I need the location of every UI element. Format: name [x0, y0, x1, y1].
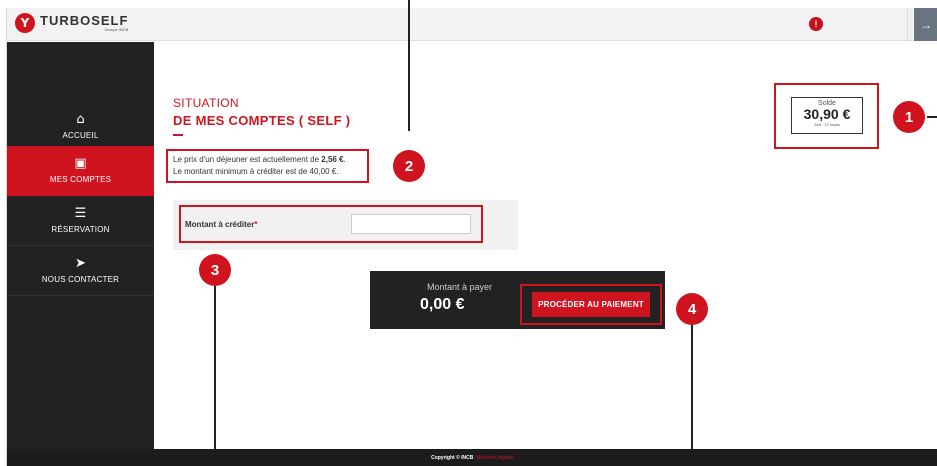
callout-marker-1: 1: [893, 101, 925, 133]
connector-line-3: [214, 286, 216, 466]
sidebar-item-accueil[interactable]: ⌂ ACCUEIL: [7, 102, 154, 152]
user-account-icon[interactable]: !: [809, 17, 823, 31]
sidebar-item-mes-comptes[interactable]: ▣ MES COMPTES: [7, 146, 154, 196]
calendar-icon: ☰: [74, 206, 87, 221]
connector-line-2: [408, 0, 410, 131]
sidebar-item-label: NOUS CONTACTER: [41, 275, 120, 284]
price-info: Le prix d'un déjeuner est actuellement d…: [173, 154, 346, 178]
lunch-price-value: 2,56 €: [321, 155, 344, 164]
callout-marker-4: 4: [676, 293, 708, 325]
turboself-logo[interactable]: Y TURBOSELF Groupe INCB: [15, 13, 128, 33]
logo-name: TURBOSELF: [40, 12, 129, 28]
legal-notice-link[interactable]: Mentions légales: [476, 455, 514, 461]
footer: Copyright © INCB Mentions légales: [7, 449, 937, 466]
frame-top: [0, 0, 937, 8]
payment-amount-label: Montant à payer: [427, 282, 493, 292]
balance-meals: Soit : 12 repas: [814, 122, 840, 127]
logo-subtitle: Groupe INCB: [104, 26, 129, 32]
payment-panel: Montant à payer 0,00 € PROCÉDER AU PAIEM…: [370, 271, 665, 329]
copyright-text: Copyright © INCB: [431, 454, 474, 461]
balance-amount: 30,90 €: [803, 106, 851, 122]
sidebar-item-nous-contacter[interactable]: ➤ NOUS CONTACTER: [7, 246, 154, 296]
logout-icon[interactable]: →: [914, 8, 937, 41]
payment-amount: 0,00 €: [420, 296, 465, 313]
balance-card: Solde 30,90 € Soit : 12 repas: [791, 97, 863, 134]
sidebar-item-label: ACCUEIL: [62, 131, 99, 140]
callout-box-1: Solde 30,90 € Soit : 12 repas: [774, 83, 879, 149]
callout-marker-2: 2: [393, 150, 425, 182]
logo-mark-icon: Y: [15, 13, 35, 33]
top-bar: Y TURBOSELF Groupe INCB ! →: [7, 8, 937, 41]
header-divider: [907, 8, 908, 41]
connector-line-1: [927, 116, 937, 118]
lunch-price-prefix: Le prix d'un déjeuner est actuellement d…: [173, 155, 322, 164]
page-title: DE MES COMPTES ( SELF ): [173, 113, 351, 128]
sidebar-item-label: RÉSERVATION: [51, 225, 110, 234]
wallet-icon: ▣: [74, 156, 87, 171]
sidebar-item-label: MES COMPTES: [49, 175, 112, 184]
sidebar: ⌂ ACCUEIL ▣ MES COMPTES ☰ RÉSERVATION ➤ …: [7, 42, 154, 449]
minimum-credit-line: Le montant minimum à créditer est de 40,…: [173, 167, 339, 176]
callout-box-3: [179, 205, 483, 243]
callout-box-4: PROCÉDER AU PAIEMENT: [520, 284, 662, 325]
page-title-light: SITUATION: [173, 96, 239, 110]
send-icon: ➤: [75, 256, 86, 271]
home-icon: ⌂: [76, 112, 85, 127]
lunch-price-line: Le prix d'un déjeuner est actuellement d…: [173, 154, 346, 166]
title-underline: [173, 134, 183, 136]
sidebar-item-reservation[interactable]: ☰ RÉSERVATION: [7, 196, 154, 246]
app-window: Y TURBOSELF Groupe INCB ! → ⌂ ACCUEIL ▣ …: [6, 0, 937, 466]
logo-text: TURBOSELF Groupe INCB: [40, 14, 128, 33]
callout-marker-3: 3: [199, 254, 231, 286]
proceed-to-payment-button[interactable]: PROCÉDER AU PAIEMENT: [532, 292, 650, 317]
connector-line-4: [691, 325, 693, 466]
lunch-price-suffix: .: [343, 155, 346, 164]
